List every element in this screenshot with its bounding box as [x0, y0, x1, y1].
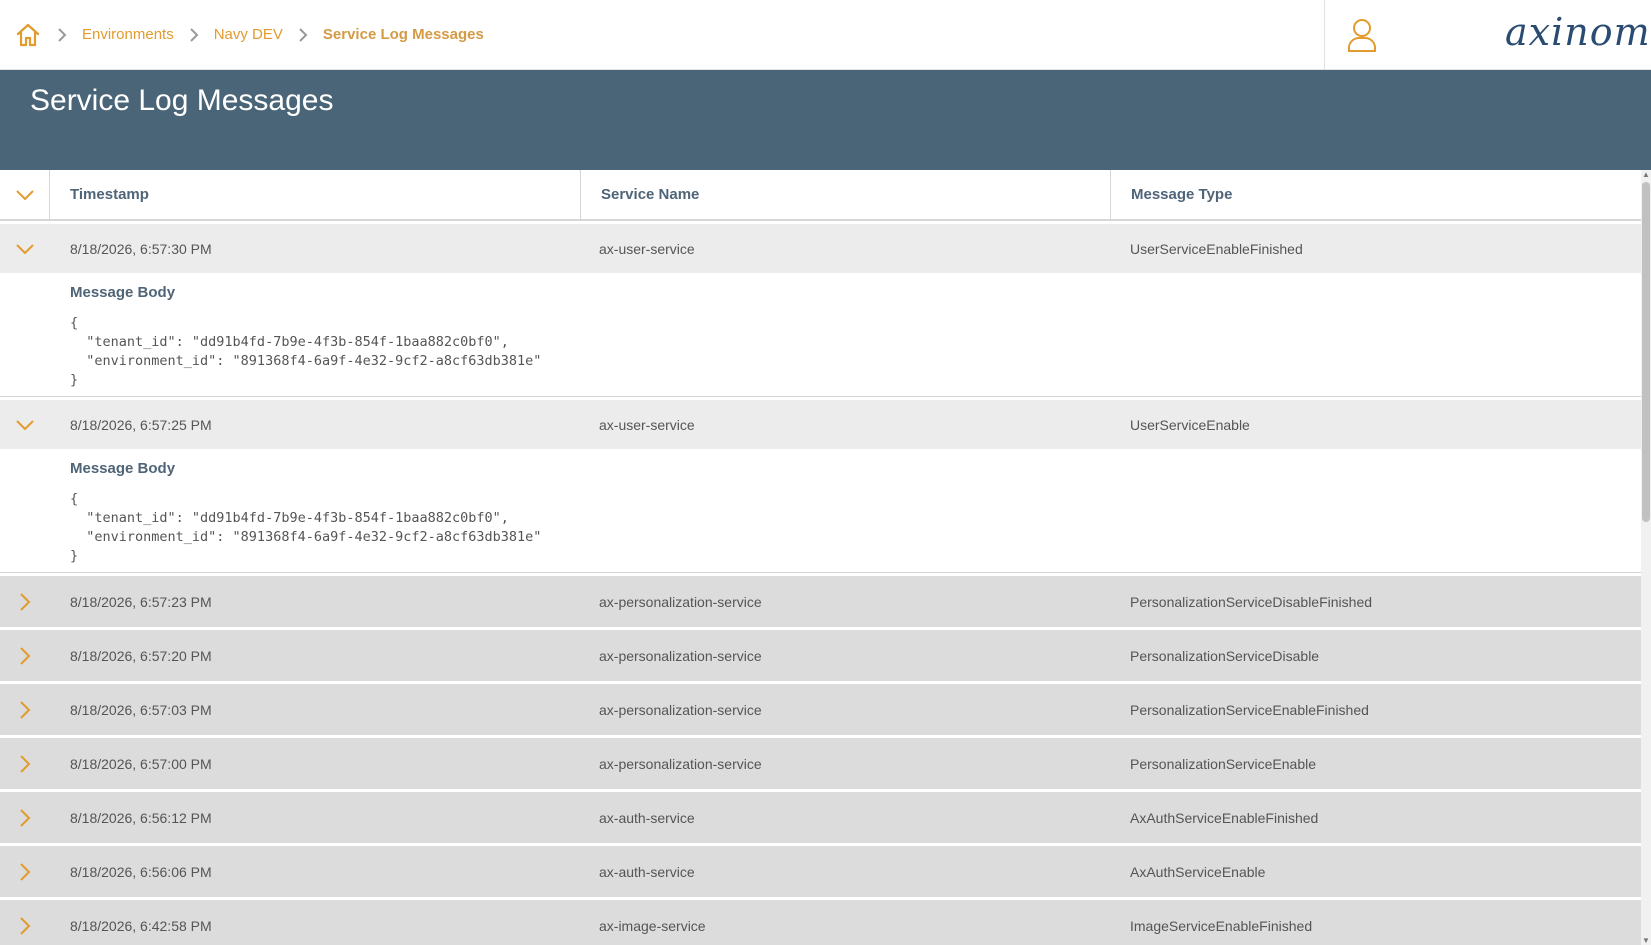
cell-service-name: ax-personalization-service [599, 701, 762, 718]
message-body-label: Message Body [70, 460, 176, 477]
cell-service-name: ax-user-service [599, 416, 695, 433]
chevron-right-icon [174, 25, 214, 45]
cell-service-name: ax-auth-service [599, 863, 695, 880]
topbar-divider [1324, 0, 1325, 70]
cell-timestamp: 8/18/2026, 6:57:03 PM [70, 701, 212, 718]
table-row[interactable]: 8/18/2026, 6:56:06 PM ax-auth-service Ax… [0, 846, 1641, 897]
breadcrumb-environments[interactable]: Environments [82, 26, 174, 43]
message-body-label: Message Body [70, 284, 176, 301]
cell-message-type: ImageServiceEnableFinished [1130, 917, 1313, 934]
column-header-timestamp[interactable]: Timestamp [50, 170, 581, 219]
cell-message-type: PersonalizationServiceDisable [1130, 647, 1320, 664]
home-icon[interactable] [14, 21, 42, 49]
chevron-down-icon[interactable] [0, 224, 50, 273]
cell-timestamp: 8/18/2026, 6:57:00 PM [70, 755, 212, 772]
column-header-message-type[interactable]: Message Type [1111, 170, 1641, 219]
cell-service-name: ax-auth-service [599, 809, 695, 826]
cell-timestamp: 8/18/2026, 6:57:20 PM [70, 647, 212, 664]
cell-message-type: PersonalizationServiceEnableFinished [1130, 701, 1369, 718]
page-title: Service Log Messages [30, 84, 334, 117]
chevron-right-icon[interactable] [0, 792, 50, 843]
cell-service-name: ax-user-service [599, 240, 695, 257]
cell-timestamp: 8/18/2026, 6:57:25 PM [70, 416, 212, 433]
message-body: { "tenant_id": "dd91b4fd-7b9e-4f3b-854f-… [70, 491, 542, 564]
cell-timestamp: 8/18/2026, 6:57:30 PM [70, 240, 212, 257]
chevron-down-icon[interactable] [0, 400, 50, 449]
cell-timestamp: 8/18/2026, 6:56:06 PM [70, 863, 212, 880]
cell-message-type: AxAuthServiceEnableFinished [1130, 809, 1319, 826]
cell-service-name: ax-image-service [599, 917, 706, 934]
message-body: { "tenant_id": "dd91b4fd-7b9e-4f3b-854f-… [70, 315, 542, 388]
chevron-right-icon[interactable] [0, 576, 50, 627]
breadcrumb-navy-dev[interactable]: Navy DEV [214, 26, 283, 43]
chevron-right-icon[interactable] [0, 738, 50, 789]
cell-message-type: PersonalizationServiceEnable [1130, 755, 1316, 772]
vertical-scrollbar[interactable]: ▲ ▼ [1641, 170, 1651, 945]
chevron-right-icon[interactable] [0, 846, 50, 897]
chevron-right-icon[interactable] [0, 900, 50, 945]
scroll-up-arrow-icon[interactable]: ▲ [1641, 170, 1651, 182]
cell-message-type: UserServiceEnable [1130, 416, 1250, 433]
table-row[interactable]: 8/18/2026, 6:57:25 PM ax-user-service Us… [0, 400, 1641, 449]
table-row[interactable]: 8/18/2026, 6:57:20 PM ax-personalization… [0, 630, 1641, 681]
chevron-right-icon[interactable] [0, 684, 50, 735]
cell-timestamp: 8/18/2026, 6:57:23 PM [70, 593, 212, 610]
cell-message-type: AxAuthServiceEnable [1130, 863, 1266, 880]
grid-header: Timestamp Service Name Message Type [0, 170, 1641, 221]
table-row[interactable]: 8/18/2026, 6:57:00 PM ax-personalization… [0, 738, 1641, 789]
column-header-service-name[interactable]: Service Name [581, 170, 1111, 219]
table-row[interactable]: 8/18/2026, 6:56:12 PM ax-auth-service Ax… [0, 792, 1641, 843]
cell-timestamp: 8/18/2026, 6:56:12 PM [70, 809, 212, 826]
row-detail: Message Body { "tenant_id": "dd91b4fd-7b… [0, 449, 1641, 573]
row-detail: Message Body { "tenant_id": "dd91b4fd-7b… [0, 273, 1641, 397]
table-row[interactable]: 8/18/2026, 6:57:30 PM ax-user-service Us… [0, 224, 1641, 273]
chevron-right-icon [283, 25, 323, 45]
cell-timestamp: 8/18/2026, 6:42:58 PM [70, 917, 212, 934]
table-row[interactable]: 8/18/2026, 6:57:23 PM ax-personalization… [0, 576, 1641, 627]
page-header: Service Log Messages [0, 70, 1651, 170]
table-row[interactable]: 8/18/2026, 6:57:03 PM ax-personalization… [0, 684, 1641, 735]
user-icon[interactable] [1345, 17, 1379, 53]
breadcrumb-current: Service Log Messages [322, 26, 484, 43]
breadcrumb: Environments Navy DEV Service Log Messag… [0, 0, 484, 70]
top-bar: Environments Navy DEV Service Log Messag… [0, 0, 1651, 70]
cell-message-type: UserServiceEnableFinished [1130, 240, 1303, 257]
cell-service-name: ax-personalization-service [599, 593, 762, 610]
cell-service-name: ax-personalization-service [599, 755, 762, 772]
cell-message-type: PersonalizationServiceDisableFinished [1130, 593, 1373, 610]
scroll-down-arrow-icon[interactable]: ▼ [1641, 933, 1651, 945]
scrollbar-thumb[interactable] [1642, 182, 1650, 522]
chevron-right-icon[interactable] [0, 630, 50, 681]
collapse-all-toggle[interactable] [0, 170, 50, 219]
axinom-logo: axinom! [1505, 10, 1651, 54]
cell-service-name: ax-personalization-service [599, 647, 762, 664]
table-row[interactable]: 8/18/2026, 6:42:58 PM ax-image-service I… [0, 900, 1641, 945]
chevron-right-icon [42, 25, 82, 45]
log-messages-grid: Timestamp Service Name Message Type 8/18… [0, 170, 1641, 945]
